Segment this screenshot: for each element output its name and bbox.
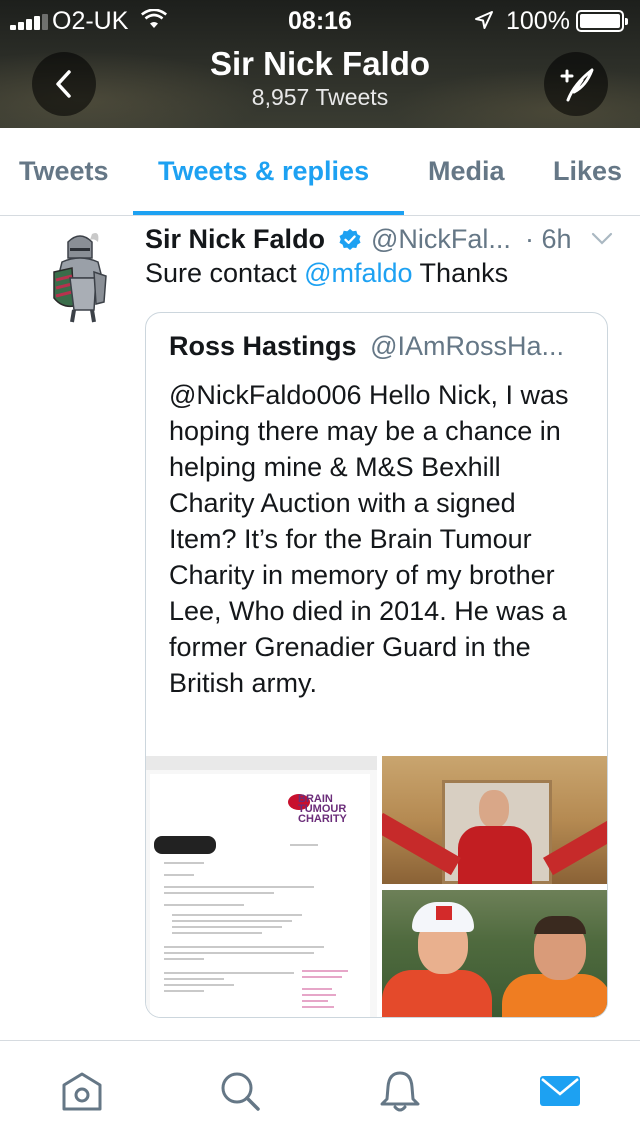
profile-tabs: Tweets Tweets & replies Media Likes xyxy=(0,128,640,216)
tweet-header: Sir Nick Faldo @NickFal... · 6h xyxy=(145,222,625,258)
compose-tweet-icon xyxy=(560,68,594,102)
compose-tweet-button[interactable] xyxy=(544,52,608,116)
quoted-tweet-card[interactable]: Ross Hastings @IAmRossHa... @NickFaldo00… xyxy=(145,312,608,1018)
home-icon[interactable] xyxy=(60,1069,104,1113)
tab-likes[interactable]: Likes xyxy=(553,156,622,187)
mention-link[interactable]: @mfaldo xyxy=(304,258,412,288)
battery-percentage: 100% xyxy=(506,7,570,35)
tab-tweets[interactable]: Tweets xyxy=(19,156,109,187)
bottom-tab-bar xyxy=(0,1040,640,1136)
tweet-author-handle: @NickFal... xyxy=(371,224,511,254)
status-bar: O2-UK 08:16 100% xyxy=(0,0,640,40)
bell-icon[interactable] xyxy=(378,1069,422,1113)
tweet-text-prefix: Sure contact xyxy=(145,258,305,288)
letter-page: BRAIN TUMOUR CHARITY xyxy=(150,774,370,1017)
active-tab-indicator xyxy=(133,211,404,215)
location-arrow-icon xyxy=(475,11,493,29)
tweet-text-suffix: Thanks xyxy=(412,258,509,288)
profile-header: O2-UK 08:16 100% Sir Nick Faldo 8,957 Tw… xyxy=(0,0,640,128)
tweet-text: Sure contact @mfaldo Thanks xyxy=(145,258,508,289)
soldier-photo[interactable] xyxy=(382,756,607,884)
quoted-author-handle: @IAmRossHa... xyxy=(370,331,565,361)
tab-tweets-and-replies[interactable]: Tweets & replies xyxy=(158,156,369,187)
quoted-tweet-text: @NickFaldo006 Hello Nick, I was hoping t… xyxy=(169,380,569,698)
group-photo[interactable] xyxy=(382,890,607,1017)
quoted-author-name: Ross Hastings xyxy=(169,331,357,361)
knight-avatar-icon xyxy=(48,228,112,324)
avatar[interactable] xyxy=(48,228,112,324)
tweet-timestamp: · 6h xyxy=(525,224,572,254)
envelope-icon[interactable] xyxy=(538,1069,582,1113)
quoted-tweet-media[interactable]: BRAIN TUMOUR CHARITY xyxy=(146,756,607,1017)
quoted-tweet-header: Ross Hastings @IAmRossHa... xyxy=(169,331,564,362)
tab-media[interactable]: Media xyxy=(428,156,505,187)
redacted-block xyxy=(154,836,216,854)
charity-logo: BRAIN TUMOUR CHARITY xyxy=(288,794,368,830)
letter-image[interactable]: BRAIN TUMOUR CHARITY xyxy=(146,756,377,1017)
battery-icon xyxy=(576,10,628,32)
tweet-author-name[interactable]: Sir Nick Faldo xyxy=(145,224,325,255)
search-icon[interactable] xyxy=(218,1069,262,1113)
chevron-down-icon[interactable] xyxy=(591,232,613,246)
verified-badge-icon xyxy=(339,229,361,250)
